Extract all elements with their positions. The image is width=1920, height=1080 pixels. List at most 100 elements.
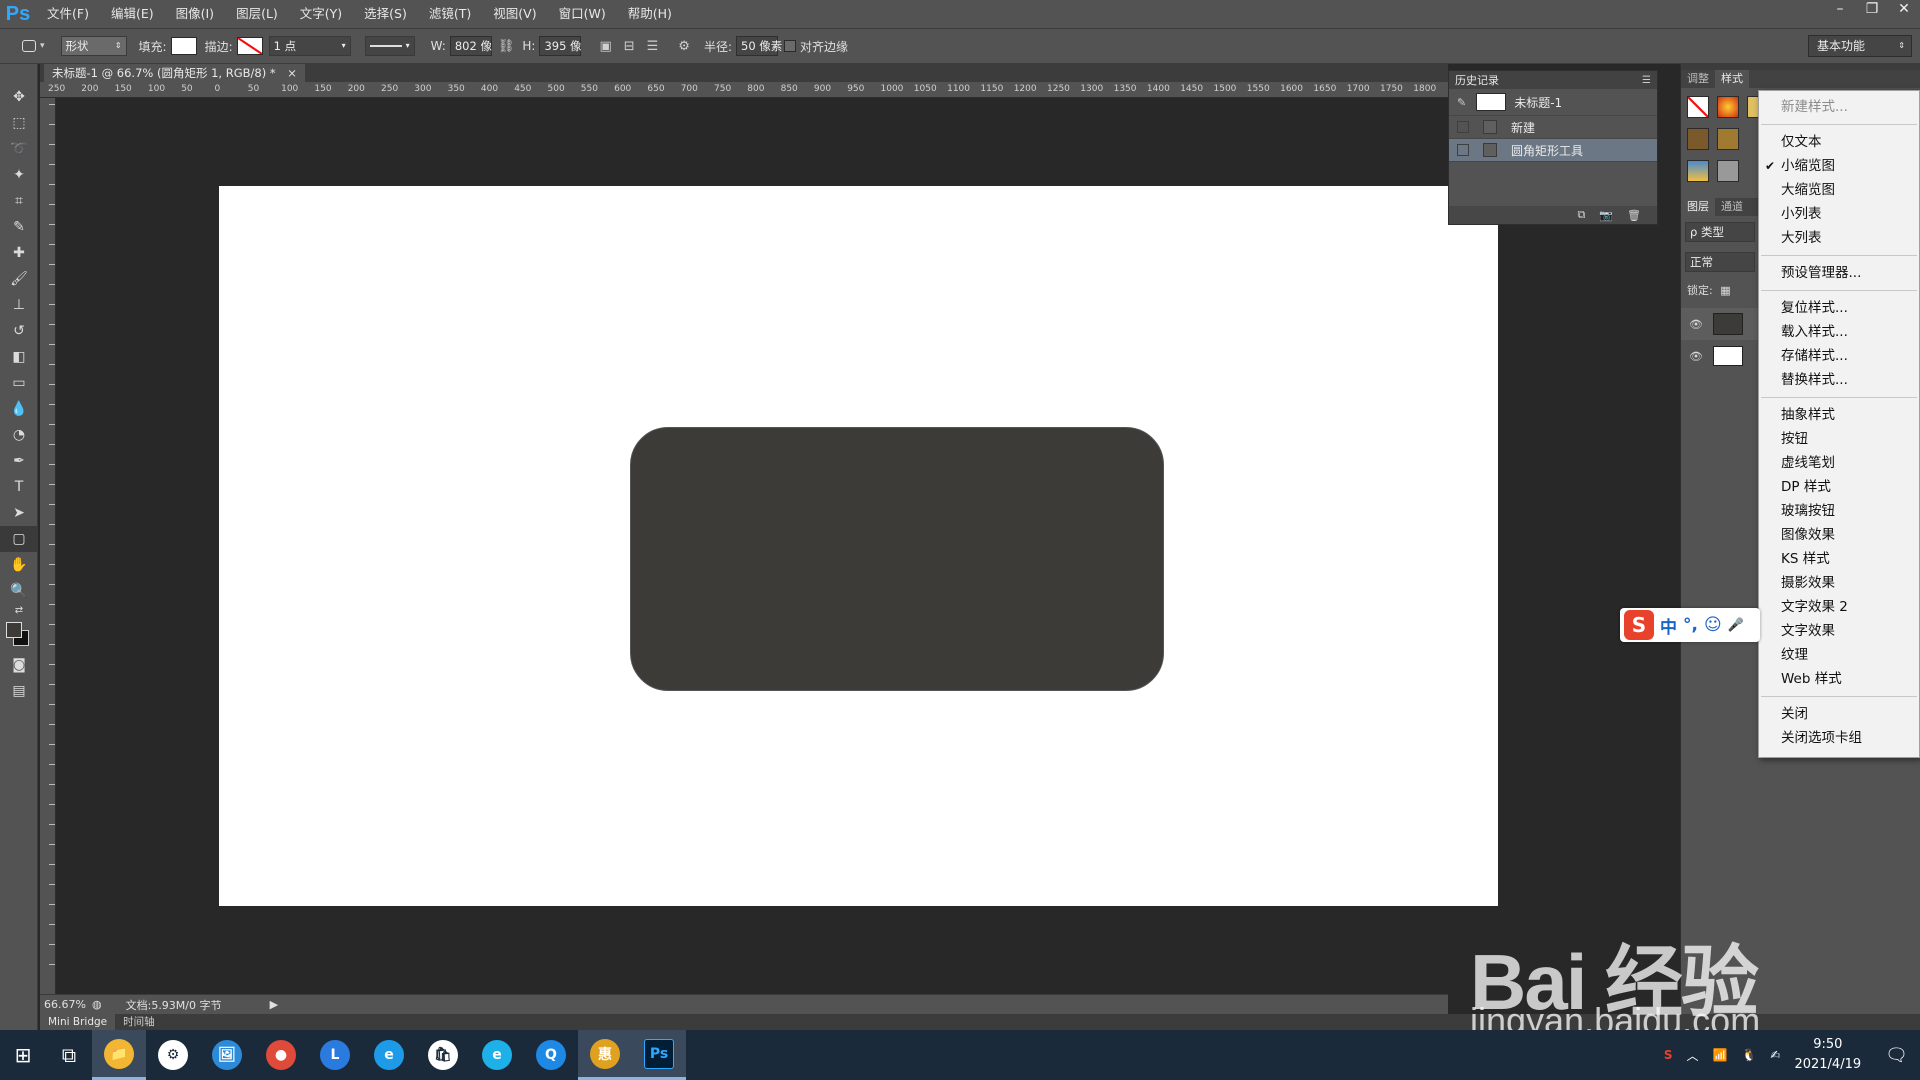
- history-snapshot-row[interactable]: ✎ 未标题-1: [1449, 89, 1657, 116]
- workspace-switcher[interactable]: 基本功能 ⇕: [1808, 35, 1912, 57]
- taskbar-settings-icon[interactable]: ⚙: [146, 1030, 200, 1080]
- flyout-menu-item[interactable]: Web 样式: [1759, 667, 1919, 691]
- tab-mini-bridge[interactable]: Mini Bridge: [40, 1014, 116, 1030]
- history-step-row-selected[interactable]: 圆角矩形工具: [1449, 139, 1657, 162]
- flyout-menu-item[interactable]: 存储样式...: [1759, 344, 1919, 368]
- dodge-tool-icon[interactable]: ◔: [0, 422, 38, 448]
- flyout-menu-item[interactable]: 替换样式...: [1759, 368, 1919, 392]
- move-tool-icon[interactable]: ✥: [0, 84, 38, 110]
- status-menu-arrow-icon[interactable]: ▶: [270, 998, 278, 1011]
- ime-punctuation-toggle[interactable]: °,: [1683, 615, 1698, 635]
- flyout-menu-item[interactable]: 文字效果 2: [1759, 595, 1919, 619]
- flyout-menu-item[interactable]: 小列表: [1759, 202, 1919, 226]
- zoom-level[interactable]: 66.67%: [44, 998, 88, 1011]
- taskbar-file-explorer-icon[interactable]: 📁: [92, 1030, 146, 1080]
- height-input[interactable]: 395 像: [539, 36, 582, 56]
- menu-file[interactable]: 文件(F): [36, 0, 100, 28]
- restore-button[interactable]: ❐: [1856, 0, 1888, 20]
- style-swatch[interactable]: [1717, 160, 1739, 182]
- history-brush-source-icon[interactable]: ✎: [1457, 96, 1466, 109]
- gradient-tool-icon[interactable]: ▭: [0, 370, 38, 396]
- rounded-rectangle-tool-icon[interactable]: ▢: [0, 526, 38, 552]
- flyout-menu-item[interactable]: ✔ 小缩览图: [1759, 154, 1919, 178]
- radius-input[interactable]: 50 像素: [736, 36, 782, 56]
- tab-history[interactable]: 历史记录: [1455, 72, 1499, 88]
- lasso-tool-icon[interactable]: ➰: [0, 136, 38, 162]
- history-step-row[interactable]: 新建: [1449, 116, 1657, 139]
- ime-language-toggle[interactable]: 中: [1660, 613, 1677, 638]
- flyout-menu-item[interactable]: 抽象样式: [1759, 403, 1919, 427]
- chevron-down-icon[interactable]: ▾: [40, 41, 45, 51]
- flyout-menu-item[interactable]: 按钮: [1759, 427, 1919, 451]
- canvas-area[interactable]: [56, 98, 1498, 994]
- document-tab[interactable]: 未标题-1 @ 66.7% (圆角矩形 1, RGB/8) * ×: [44, 64, 305, 82]
- flyout-menu-item[interactable]: 大缩览图: [1759, 178, 1919, 202]
- camera-icon[interactable]: 📷: [1599, 209, 1613, 222]
- color-swatches[interactable]: [0, 618, 37, 652]
- flyout-menu-item[interactable]: KS 样式: [1759, 547, 1919, 571]
- menu-select[interactable]: 选择(S): [353, 0, 418, 28]
- pen-icon[interactable]: ✍: [1770, 1048, 1780, 1062]
- rounded-rectangle-shape[interactable]: [630, 427, 1164, 691]
- flyout-menu-item[interactable]: 图像效果: [1759, 523, 1919, 547]
- system-clock[interactable]: 9:50 2021/4/19: [1794, 1035, 1861, 1075]
- tab-timeline[interactable]: 时间轴: [115, 1014, 163, 1030]
- foreground-color-swatch[interactable]: [6, 622, 22, 638]
- flyout-menu-item[interactable]: 载入样式...: [1759, 320, 1919, 344]
- width-input[interactable]: 802 像: [449, 36, 492, 56]
- menu-help[interactable]: 帮助(H): [617, 0, 683, 28]
- menu-edit[interactable]: 编辑(E): [100, 0, 165, 28]
- taskbar-task-view-icon[interactable]: ⧉: [46, 1030, 92, 1080]
- minimize-button[interactable]: –: [1824, 0, 1856, 20]
- close-icon[interactable]: ×: [287, 66, 297, 80]
- flyout-menu-item[interactable]: 文字效果: [1759, 619, 1919, 643]
- zoom-tool-icon[interactable]: 🔍: [0, 578, 38, 604]
- taskbar-photoshop-icon[interactable]: Ps: [632, 1030, 686, 1080]
- menu-view[interactable]: 视图(V): [482, 0, 547, 28]
- lock-transparency-icon[interactable]: ▦: [1720, 284, 1730, 297]
- style-swatch[interactable]: [1687, 128, 1709, 150]
- panel-menu-icon[interactable]: ☰: [1642, 75, 1651, 86]
- history-brush-tool-icon[interactable]: ↺: [0, 318, 38, 344]
- style-swatch[interactable]: [1717, 128, 1739, 150]
- taskbar-photos-icon[interactable]: 🖼: [200, 1030, 254, 1080]
- taskbar-store-icon[interactable]: 🛍: [416, 1030, 470, 1080]
- taskbar-chrome-icon[interactable]: ●: [254, 1030, 308, 1080]
- marquee-tool-icon[interactable]: ⬚: [0, 110, 38, 136]
- history-source-checkbox[interactable]: [1457, 121, 1469, 133]
- tab-layers[interactable]: 图层: [1681, 198, 1715, 216]
- ime-emoji-icon[interactable]: ☺: [1704, 615, 1722, 635]
- history-source-checkbox[interactable]: [1457, 144, 1469, 156]
- vertical-ruler[interactable]: [40, 98, 56, 994]
- layer-filter-select[interactable]: ρ 类型: [1685, 222, 1755, 242]
- style-swatch[interactable]: [1717, 96, 1739, 118]
- tab-adjustments[interactable]: 调整: [1681, 70, 1715, 88]
- horizontal-ruler[interactable]: 250 200 150 100 50 0 50 100 150 200 250 300 350 400 45…: [40, 82, 1448, 98]
- flyout-menu-item[interactable]: 关闭选项卡组: [1759, 726, 1919, 750]
- menu-layer[interactable]: 图层(L): [225, 0, 289, 28]
- link-icon[interactable]: ⛓: [498, 39, 515, 54]
- style-swatch[interactable]: [1687, 160, 1709, 182]
- flyout-menu-item[interactable]: DP 样式: [1759, 475, 1919, 499]
- trash-icon[interactable]: 🗑: [1627, 209, 1641, 222]
- ime-microphone-icon[interactable]: 🎤: [1728, 618, 1744, 633]
- stroke-swatch[interactable]: [236, 37, 263, 55]
- crop-tool-icon[interactable]: ⌗: [0, 188, 38, 214]
- path-selection-tool-icon[interactable]: ➤: [0, 500, 38, 526]
- flyout-menu-item[interactable]: 玻璃按钮: [1759, 499, 1919, 523]
- path-arrangement-icon[interactable]: ☰: [647, 39, 659, 54]
- magic-wand-tool-icon[interactable]: ✦: [0, 162, 38, 188]
- screen-mode-icon[interactable]: ▤: [0, 678, 38, 704]
- flyout-menu-item[interactable]: 仅文本: [1759, 130, 1919, 154]
- blur-tool-icon[interactable]: 💧: [0, 396, 38, 422]
- taskbar-windows-start-icon[interactable]: ⊞: [0, 1030, 46, 1080]
- quick-mask-icon[interactable]: ◙: [0, 652, 38, 678]
- flyout-menu-item[interactable]: 复位样式...: [1759, 296, 1919, 320]
- menu-filter[interactable]: 滤镜(T): [418, 0, 482, 28]
- flyout-menu-item[interactable]: 虚线笔划: [1759, 451, 1919, 475]
- gear-icon[interactable]: ⚙: [678, 39, 690, 54]
- notification-icon[interactable]: 🗨: [1885, 1045, 1908, 1066]
- type-tool-icon[interactable]: T: [0, 474, 38, 500]
- tab-styles[interactable]: 样式: [1715, 70, 1749, 88]
- blend-mode-select[interactable]: 正常: [1685, 252, 1755, 272]
